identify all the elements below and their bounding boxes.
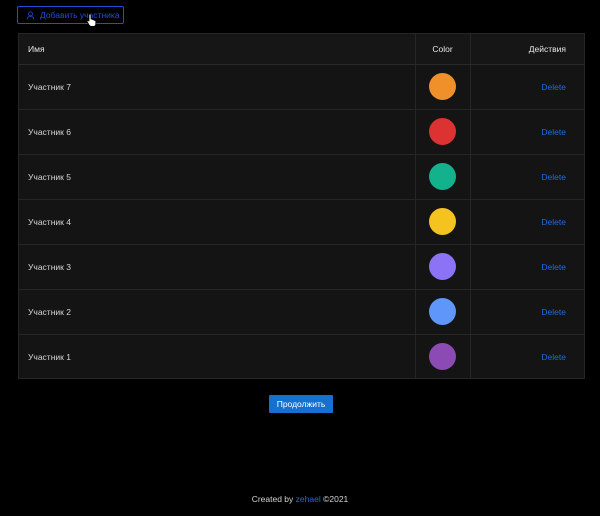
participants-table: Имя Color Действия Участник 7 Delete Уча… <box>18 33 585 379</box>
participant-name: Участник 4 <box>19 199 415 245</box>
table-header-row: Имя Color Действия <box>19 34 584 65</box>
color-swatch <box>429 163 456 190</box>
color-swatch <box>429 118 456 145</box>
user-icon <box>26 10 35 20</box>
delete-button[interactable]: Delete <box>541 307 566 317</box>
participant-name: Участник 7 <box>19 64 415 110</box>
table-row: Участник 2 Delete <box>19 289 584 335</box>
hand-cursor-icon <box>86 13 98 27</box>
delete-button[interactable]: Delete <box>541 82 566 92</box>
column-header-name: Имя <box>19 34 415 65</box>
delete-button[interactable]: Delete <box>541 172 566 182</box>
participant-name: Участник 6 <box>19 109 415 155</box>
table-row: Участник 4 Delete <box>19 199 584 245</box>
participant-name: Участник 3 <box>19 244 415 290</box>
delete-button[interactable]: Delete <box>541 217 566 227</box>
table-row: Участник 7 Delete <box>19 64 584 110</box>
footer-copyright: ©2021 <box>323 494 349 504</box>
add-participant-label: Добавить участника <box>40 10 120 20</box>
footer-prefix: Created by <box>251 494 294 504</box>
delete-button[interactable]: Delete <box>541 262 566 272</box>
add-participant-button[interactable]: Добавить участника <box>17 6 124 24</box>
participant-name: Участник 5 <box>19 154 415 200</box>
table-row: Участник 3 Delete <box>19 244 584 290</box>
column-header-actions: Действия <box>470 34 584 65</box>
color-swatch <box>429 253 456 280</box>
participant-name: Участник 2 <box>19 289 415 335</box>
color-swatch <box>429 343 456 371</box>
color-swatch <box>429 298 456 325</box>
delete-button[interactable]: Delete <box>541 352 566 362</box>
column-header-color: Color <box>414 34 471 65</box>
continue-button[interactable]: Продолжить <box>269 395 333 413</box>
table-row: Участник 1 Delete <box>19 334 584 379</box>
color-swatch <box>429 208 456 235</box>
table-row: Участник 6 Delete <box>19 109 584 155</box>
table-row: Участник 5 Delete <box>19 154 584 200</box>
color-swatch <box>429 73 456 100</box>
participant-name: Участник 1 <box>28 351 71 362</box>
author-link[interactable]: zehael <box>296 494 321 504</box>
delete-button[interactable]: Delete <box>541 127 566 137</box>
footer: Created by zehael ©2021 <box>0 494 600 504</box>
